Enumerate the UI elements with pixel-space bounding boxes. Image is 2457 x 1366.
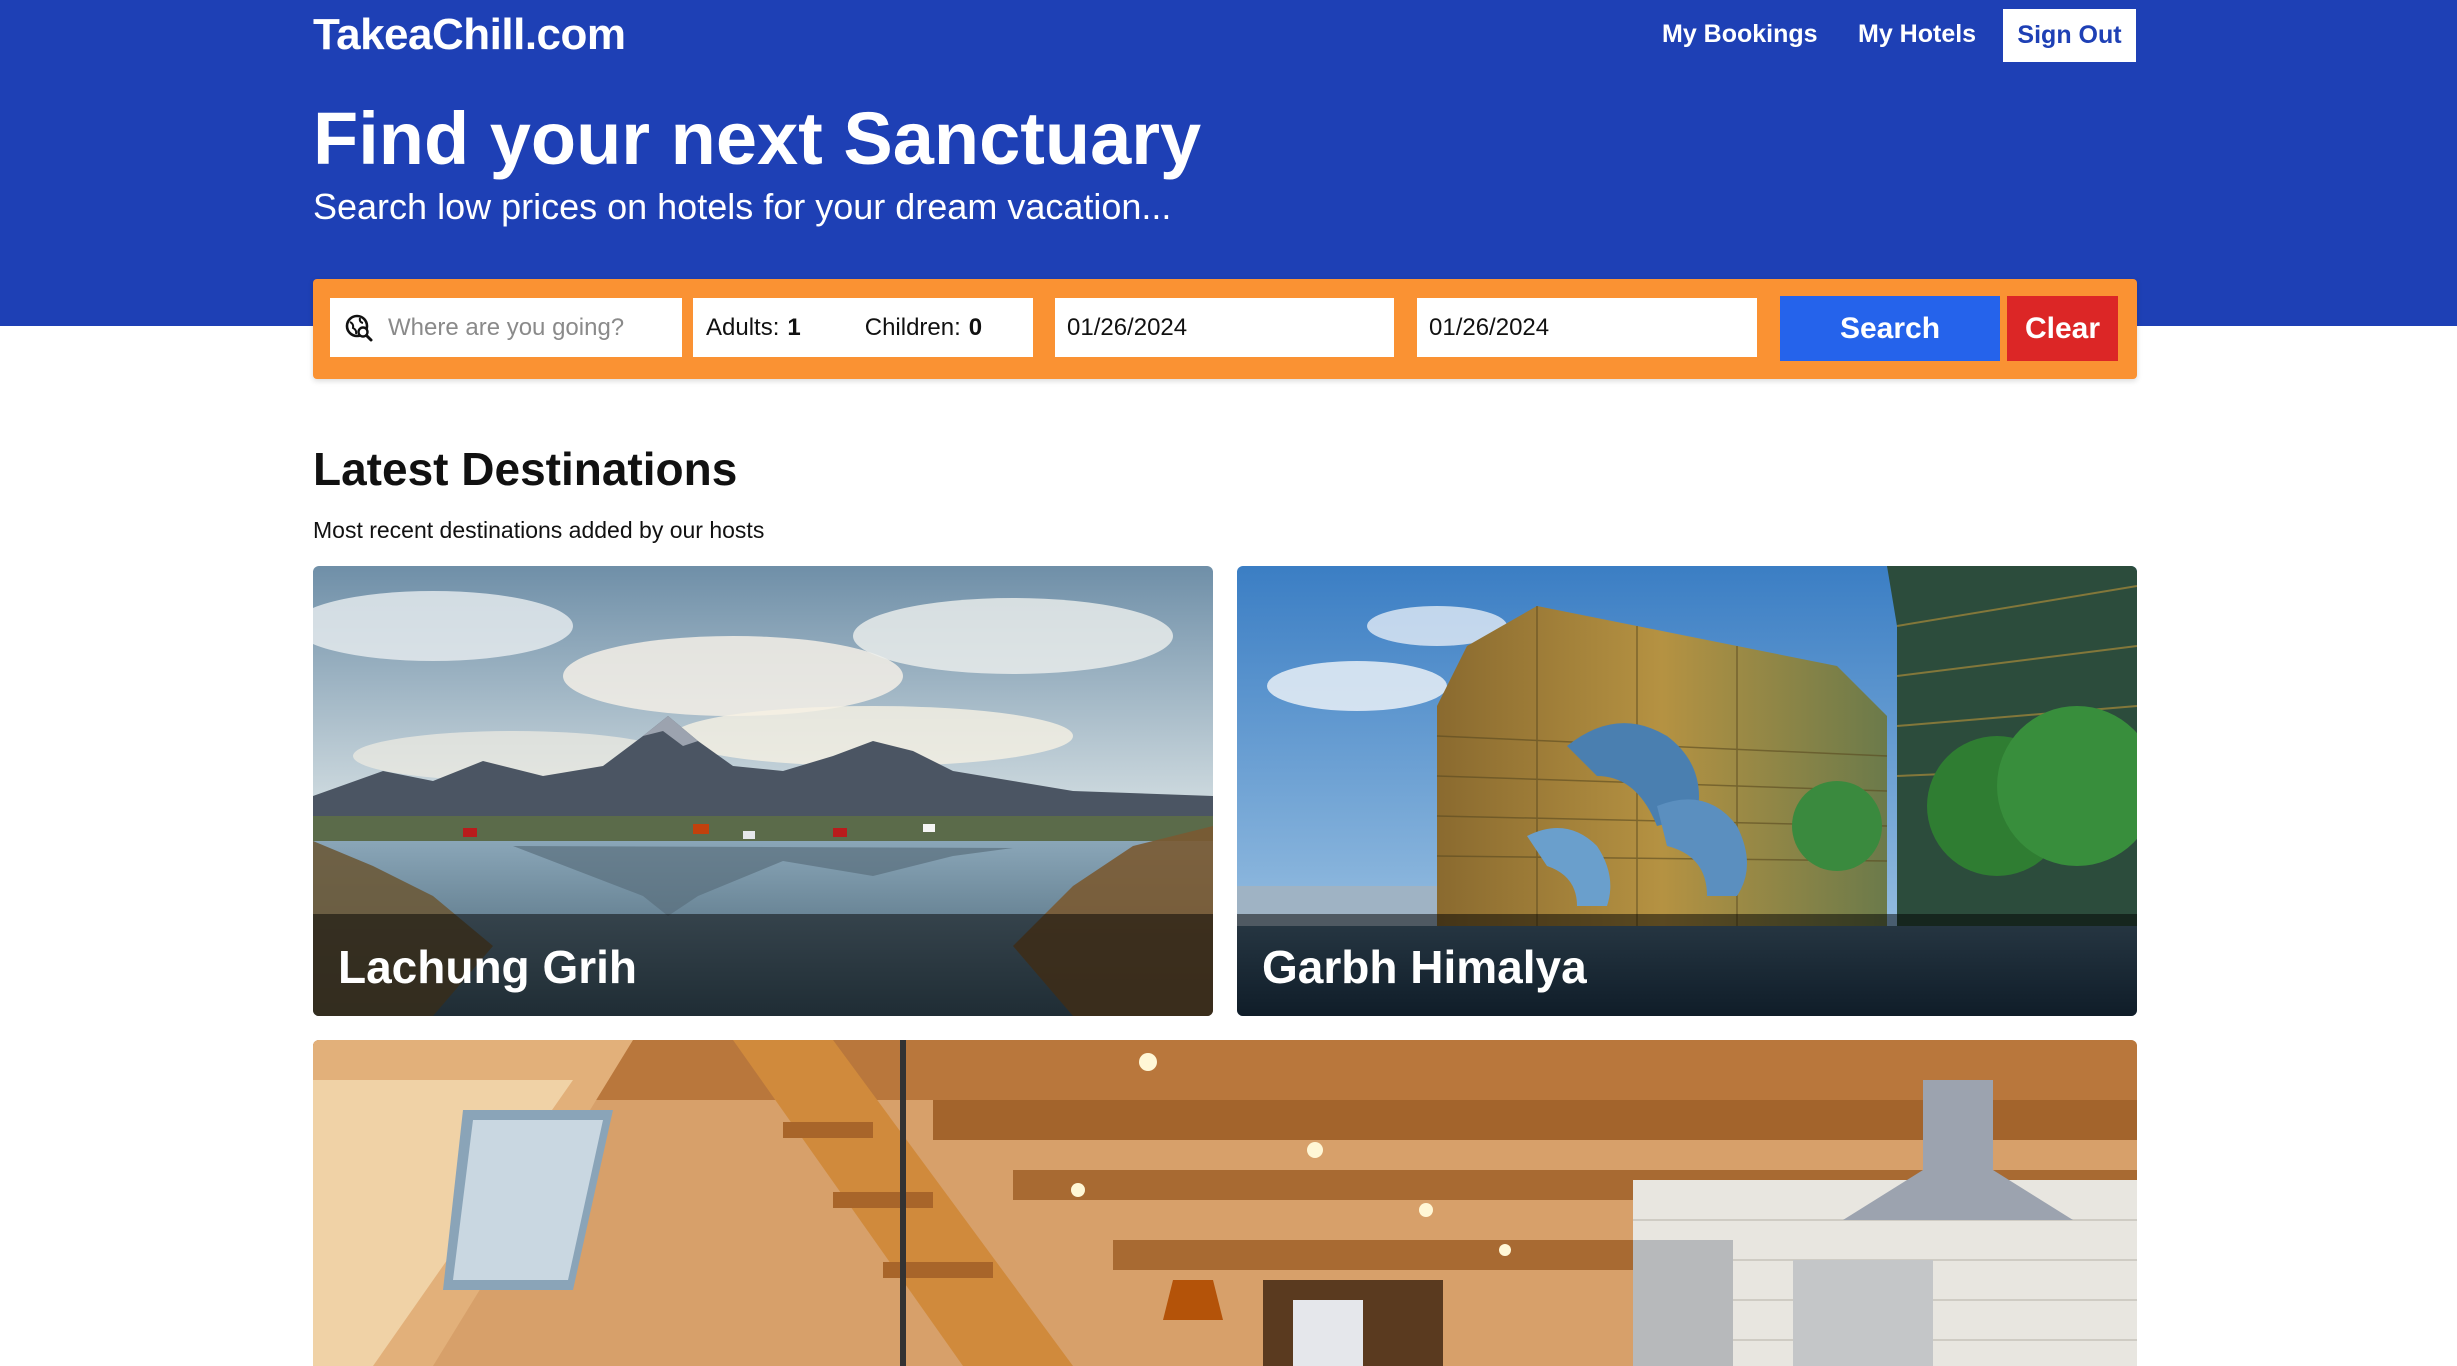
destination-name: Garbh Himalya bbox=[1262, 941, 1587, 993]
my-hotels-link[interactable]: My Hotels bbox=[1858, 20, 1976, 49]
clear-button[interactable]: Clear bbox=[2007, 296, 2118, 361]
adults-value[interactable]: 1 bbox=[787, 314, 800, 342]
latest-destinations-title: Latest Destinations bbox=[313, 443, 738, 495]
check-out-date-value: 01/26/2024 bbox=[1429, 313, 1550, 341]
check-in-date-input[interactable]: 01/26/2024 bbox=[1055, 298, 1394, 357]
check-in-date-value: 01/26/2024 bbox=[1067, 313, 1188, 341]
globe-search-icon bbox=[345, 314, 373, 341]
destination-card-cabin[interactable] bbox=[313, 1040, 2137, 1366]
search-button[interactable]: Search bbox=[1780, 296, 2000, 361]
destination-card-lachung-grih[interactable]: Lachung Grih bbox=[313, 566, 1213, 1016]
guest-count-field[interactable]: Adults: 1 Children: 0 bbox=[693, 298, 1033, 357]
wooden-cabin-interior-photo bbox=[313, 1040, 2137, 1366]
latest-destinations-subtitle: Most recent destinations added by our ho… bbox=[313, 517, 765, 543]
hero-subtitle: Search low prices on hotels for your dre… bbox=[313, 186, 1172, 227]
sign-out-button[interactable]: Sign Out bbox=[2003, 9, 2136, 62]
check-out-date-input[interactable]: 01/26/2024 bbox=[1417, 298, 1757, 357]
adults-label: Adults: bbox=[706, 313, 780, 341]
destination-name: Lachung Grih bbox=[338, 941, 637, 993]
destination-input[interactable]: Where are you going? bbox=[330, 298, 682, 357]
destination-card-garbh-himalya[interactable]: Garbh Himalya bbox=[1237, 566, 2137, 1016]
children-value[interactable]: 0 bbox=[969, 314, 982, 342]
site-logo[interactable]: TakeaChill.com bbox=[313, 10, 626, 60]
search-bar: Where are you going? Adults: 1 Children:… bbox=[313, 279, 2137, 379]
destination-placeholder: Where are you going? bbox=[388, 313, 625, 341]
my-bookings-link[interactable]: My Bookings bbox=[1662, 20, 1818, 49]
hero-title: Find your next Sanctuary bbox=[313, 97, 1202, 180]
hero-header: TakeaChill.com My Bookings My Hotels Sig… bbox=[0, 0, 2457, 326]
children-label: Children: bbox=[864, 313, 961, 341]
